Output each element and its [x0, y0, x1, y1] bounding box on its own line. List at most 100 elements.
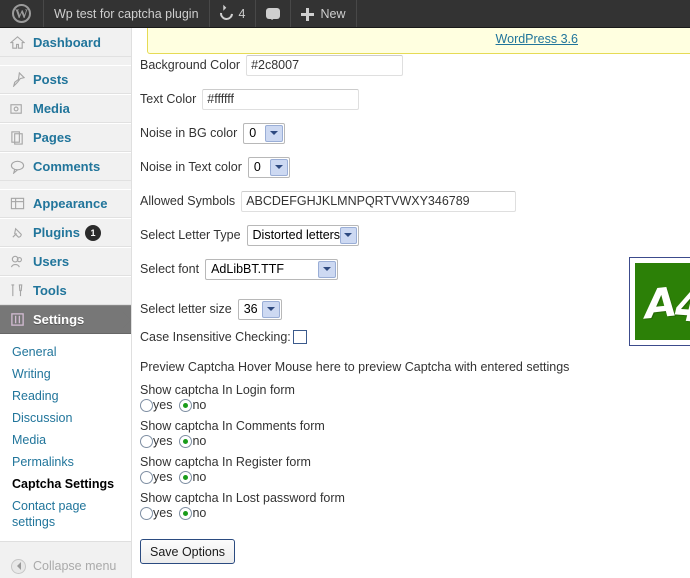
- radio-group-lost-password: Show captcha In Lost password form yes n…: [133, 491, 690, 520]
- font-value: AdLibBT.TTF: [211, 262, 285, 276]
- row-font: Select font AdLibBT.TTF: [133, 258, 690, 280]
- preview-captcha-row: Preview Captcha Hover Mouse here to prev…: [133, 360, 690, 374]
- allowed-symbols-input[interactable]: [241, 190, 517, 212]
- login-yes-radio[interactable]: [140, 398, 153, 412]
- chevron-down-icon: [340, 226, 357, 244]
- comments-no-radio[interactable]: [179, 434, 193, 448]
- save-options-button[interactable]: Save Options: [140, 539, 236, 564]
- sidebar-item-label: Pages: [33, 130, 72, 145]
- noise-text-select[interactable]: 0: [247, 156, 290, 178]
- settings-submenu: General Writing Reading Discussion Media…: [0, 334, 131, 542]
- radio-group-title: Show captcha In Login form: [140, 383, 295, 397]
- letter-size-select[interactable]: 36: [237, 298, 282, 320]
- login-no-radio[interactable]: [179, 398, 193, 412]
- plugins-update-badge: 1: [84, 224, 101, 241]
- row-case-insensitive: Case Insensitive Checking:: [133, 326, 690, 348]
- radio-group-comments: Show captcha In Comments form yes no: [133, 419, 690, 448]
- row-noise-text: Noise in Text color 0: [133, 156, 690, 178]
- captcha-settings-form: Background Color Text Color Noise in BG …: [133, 54, 690, 564]
- case-insensitive-checkbox[interactable]: [292, 330, 307, 344]
- updates-count: 4: [238, 6, 246, 21]
- updates-button[interactable]: 4: [210, 0, 257, 27]
- submenu-item-general[interactable]: General: [0, 341, 131, 363]
- update-notice: WordPress 3.6: [147, 28, 690, 54]
- text-color-input[interactable]: [202, 88, 360, 110]
- sidebar-item-label: Posts: [33, 72, 69, 87]
- letter-type-label: Select Letter Type: [140, 228, 241, 242]
- lost-password-no-label: no: [192, 506, 207, 520]
- font-select[interactable]: AdLibBT.TTF: [205, 258, 339, 280]
- letter-type-select[interactable]: Distorted letters: [246, 224, 359, 246]
- preview-captcha-label[interactable]: Preview Captcha: [140, 360, 235, 374]
- lost-password-no-radio[interactable]: [179, 506, 193, 520]
- noise-bg-label: Noise in BG color: [140, 126, 238, 140]
- sidebar-item-media[interactable]: Media: [0, 94, 131, 123]
- sidebar-item-users[interactable]: Users: [0, 247, 131, 276]
- sidebar-item-dashboard[interactable]: Dashboard: [0, 28, 131, 57]
- row-letter-size: Select letter size 36: [133, 298, 690, 320]
- lost-password-yes-radio[interactable]: [140, 506, 153, 520]
- sidebar-item-label: Media: [33, 101, 70, 116]
- sidebar-item-posts[interactable]: Posts: [0, 65, 131, 94]
- radio-group-title: Show captcha In Comments form: [140, 419, 325, 433]
- background-color-input[interactable]: [246, 54, 404, 76]
- text-color-label: Text Color: [140, 92, 197, 106]
- submenu-item-discussion[interactable]: Discussion: [0, 407, 131, 429]
- case-insensitive-label: Case Insensitive Checking:: [140, 330, 291, 344]
- letter-size-value: 36: [243, 302, 258, 316]
- captcha-text: A4GPE: [641, 278, 690, 333]
- noise-bg-value: 0: [249, 126, 257, 140]
- submenu-item-contact-page-settings[interactable]: Contact page settings: [0, 495, 131, 533]
- sidebar-item-plugins[interactable]: Plugins 1: [0, 218, 131, 247]
- register-yes-radio[interactable]: [140, 470, 153, 484]
- sidebar-item-label: Users: [33, 254, 70, 269]
- submenu-item-permalinks[interactable]: Permalinks: [0, 451, 131, 473]
- comments-button[interactable]: [256, 0, 292, 27]
- plus-icon: [301, 7, 315, 21]
- admin-bar: W Wp test for captcha plugin 4 New: [0, 0, 690, 28]
- sidebar-item-label: Tools: [33, 283, 67, 298]
- wordpress-logo-button[interactable]: W: [0, 0, 44, 27]
- register-no-radio[interactable]: [179, 470, 193, 484]
- pin-icon: [9, 71, 26, 88]
- media-camera-icon: [9, 100, 26, 117]
- users-icon: [9, 253, 26, 270]
- radio-group-title: Show captcha In Lost password form: [140, 491, 345, 505]
- sidebar-item-settings[interactable]: Settings: [0, 305, 131, 334]
- register-yes-label: yes: [153, 470, 173, 484]
- collapse-menu-button[interactable]: Collapse menu: [0, 552, 131, 578]
- noise-text-label: Noise in Text color: [140, 160, 242, 174]
- site-name-menu[interactable]: Wp test for captcha plugin: [44, 0, 210, 27]
- chevron-down-icon: [318, 260, 337, 278]
- login-no-label: no: [192, 398, 207, 412]
- new-label: New: [320, 6, 346, 21]
- preview-captcha-hint: Hover Mouse here to preview Captcha with…: [237, 360, 570, 374]
- lost-password-yes-label: yes: [153, 506, 173, 520]
- submenu-item-reading[interactable]: Reading: [0, 385, 131, 407]
- sidebar-item-label: Plugins: [33, 225, 80, 240]
- comments-yes-radio[interactable]: [140, 434, 153, 448]
- sidebar-item-tools[interactable]: Tools: [0, 276, 131, 305]
- tools-icon: [9, 282, 26, 299]
- submenu-item-writing[interactable]: Writing: [0, 363, 131, 385]
- submenu-item-media[interactable]: Media: [0, 429, 131, 451]
- noise-bg-select[interactable]: 0: [243, 122, 286, 144]
- allowed-symbols-label: Allowed Symbols: [140, 194, 236, 208]
- submenu-item-captcha-settings[interactable]: Captcha Settings: [0, 473, 131, 495]
- comments-no-label: no: [192, 434, 207, 448]
- sidebar-item-comments[interactable]: Comments: [0, 152, 131, 181]
- register-no-label: no: [192, 470, 207, 484]
- new-content-button[interactable]: New: [291, 0, 357, 27]
- row-background-color: Background Color: [133, 54, 690, 76]
- row-letter-type: Select Letter Type Distorted letters: [133, 224, 690, 246]
- chevron-down-icon: [261, 300, 280, 318]
- comment-bubble-icon: [266, 8, 281, 20]
- font-label: Select font: [140, 262, 200, 276]
- wordpress-version-link[interactable]: WordPress 3.6: [496, 32, 578, 46]
- sidebar-item-pages[interactable]: Pages: [0, 123, 131, 152]
- collapse-menu-label: Collapse menu: [33, 559, 117, 573]
- plugin-plug-icon: [9, 224, 26, 241]
- wordpress-logo-icon: W: [12, 4, 31, 23]
- row-allowed-symbols: Allowed Symbols: [133, 190, 690, 212]
- sidebar-item-appearance[interactable]: Appearance: [0, 189, 131, 218]
